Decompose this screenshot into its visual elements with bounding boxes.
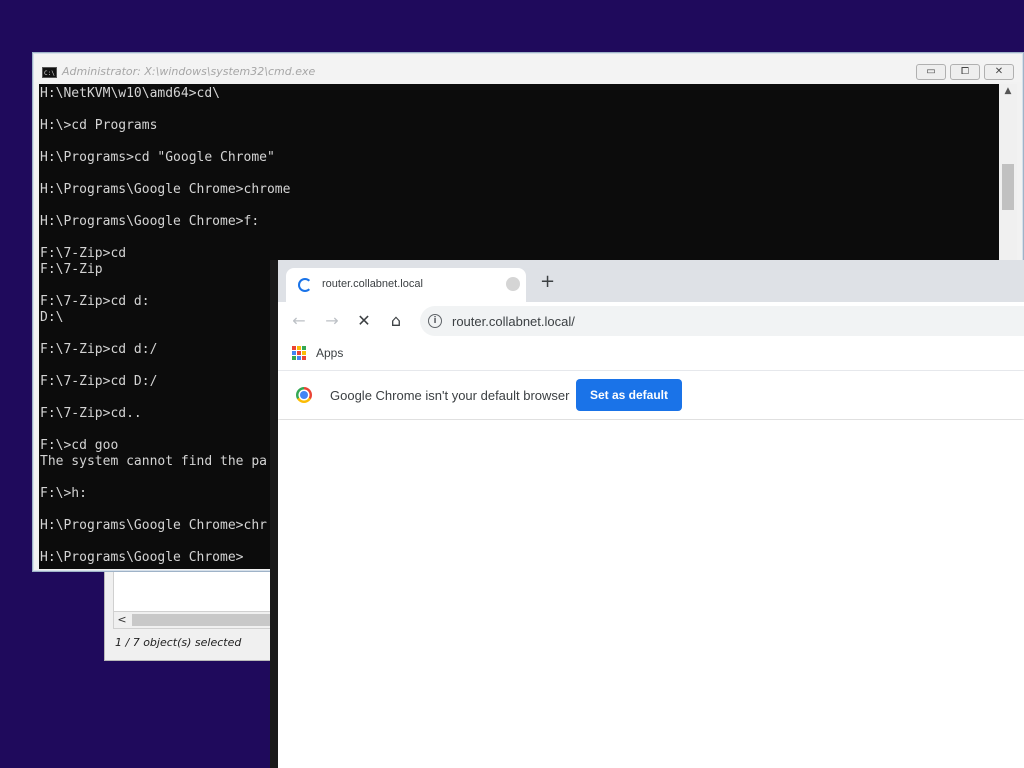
cmd-app-icon[interactable]: C:\ [42,67,57,78]
scroll-left-button[interactable]: < [114,612,130,628]
cmd-title-bar[interactable]: C:\ Administrator: X:\windows\system32\c… [34,54,1022,82]
minimize-button[interactable]: ▭ [916,64,946,80]
cmd-window-title: Administrator: X:\windows\system32\cmd.e… [62,65,316,78]
console-line: H:\>cd Programs [40,118,158,133]
console-line: H:\Programs\Google Chrome>chrome [40,182,291,197]
browser-toolbar: ← → ✕ ⌂ i router.collabnet.local/ [278,302,1024,338]
set-as-default-button[interactable]: Set as default [576,379,682,411]
stop-loading-icon[interactable]: ✕ [353,310,375,332]
site-info-icon[interactable]: i [428,314,442,328]
home-icon[interactable]: ⌂ [385,310,407,332]
console-line: H:\Programs>cd "Google Chrome" [40,150,275,165]
address-url[interactable]: router.collabnet.local/ [452,314,575,329]
page-content[interactable] [278,420,1024,768]
chrome-window: router.collabnet.local + ← → ✕ ⌂ i route… [270,260,1024,768]
maximize-button[interactable]: ⧠ [950,64,980,80]
console-line: H:\Programs\Google Chrome>f: [40,214,260,229]
forward-arrow-icon[interactable]: → [321,310,343,332]
apps-bookmark[interactable]: Apps [316,346,343,360]
close-button[interactable]: ✕ [984,64,1014,80]
bookmarks-bar: Apps [278,338,1024,371]
loading-spinner-icon [298,278,312,292]
tab-router[interactable]: router.collabnet.local [286,268,526,302]
scrollbar-thumb[interactable] [132,614,282,626]
address-bar[interactable]: i router.collabnet.local/ [420,306,1024,336]
status-bar-text: 1 / 7 object(s) selected [115,636,242,649]
infobar-message: Google Chrome isn't your default browser [330,388,570,403]
horizontal-scrollbar[interactable]: < [113,611,295,629]
tab-close-icon[interactable] [506,277,520,291]
tab-title: router.collabnet.local [322,278,423,290]
default-browser-infobar: Google Chrome isn't your default browser… [278,371,1024,419]
chrome-logo-icon [296,387,312,403]
apps-grid-icon[interactable] [292,346,306,360]
tab-strip: router.collabnet.local + [278,260,1024,302]
console-line: H:\NetKVM\w10\amd64>cd\ [40,86,221,101]
scroll-up-arrow-icon[interactable]: ▲ [999,86,1017,96]
new-tab-button[interactable]: + [540,273,555,291]
back-arrow-icon[interactable]: ← [288,310,310,332]
scrollbar-thumb[interactable] [1002,164,1014,210]
